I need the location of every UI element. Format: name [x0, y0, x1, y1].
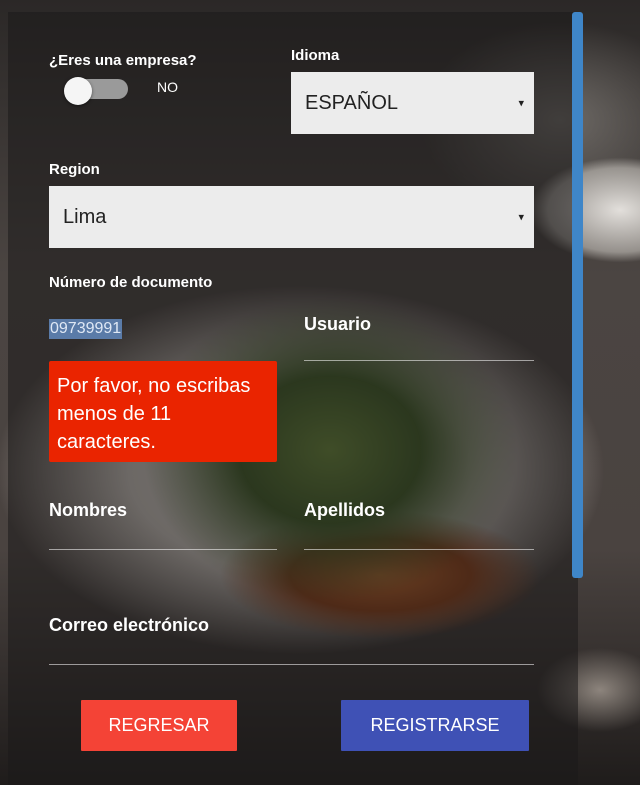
- document-label: Número de documento: [49, 274, 213, 291]
- nombres-label: Nombres: [49, 500, 128, 520]
- correo-label: Correo electrónico: [49, 615, 210, 635]
- chevron-down-icon: ▾: [518, 211, 524, 224]
- language-selected: ESPAÑOL: [305, 91, 398, 114]
- region-select[interactable]: Lima ▾: [49, 186, 534, 248]
- back-button[interactable]: REGRESAR: [81, 700, 237, 751]
- region-selected: Lima: [63, 205, 107, 228]
- document-error-tooltip: Por favor, no escribas menos de 11 carac…: [49, 361, 277, 462]
- usuario-label: Usuario: [304, 314, 372, 334]
- usuario-input[interactable]: [304, 360, 534, 361]
- company-label: ¿Eres una empresa?: [49, 52, 197, 69]
- language-label: Idioma: [291, 47, 340, 64]
- company-toggle[interactable]: [64, 77, 130, 105]
- nombres-input[interactable]: [49, 549, 277, 550]
- toggle-state-text: NO: [157, 79, 178, 95]
- language-select[interactable]: ESPAÑOL ▾: [291, 72, 534, 134]
- apellidos-label: Apellidos: [304, 500, 386, 520]
- region-label: Region: [49, 161, 100, 178]
- apellidos-input[interactable]: [304, 549, 534, 550]
- document-number-input[interactable]: 09739991: [49, 319, 123, 339]
- chevron-down-icon: ▾: [518, 97, 524, 110]
- register-button[interactable]: REGISTRARSE: [341, 700, 529, 751]
- scrollbar-thumb[interactable]: [572, 12, 583, 578]
- correo-input[interactable]: [49, 664, 534, 665]
- toggle-knob: [64, 77, 92, 105]
